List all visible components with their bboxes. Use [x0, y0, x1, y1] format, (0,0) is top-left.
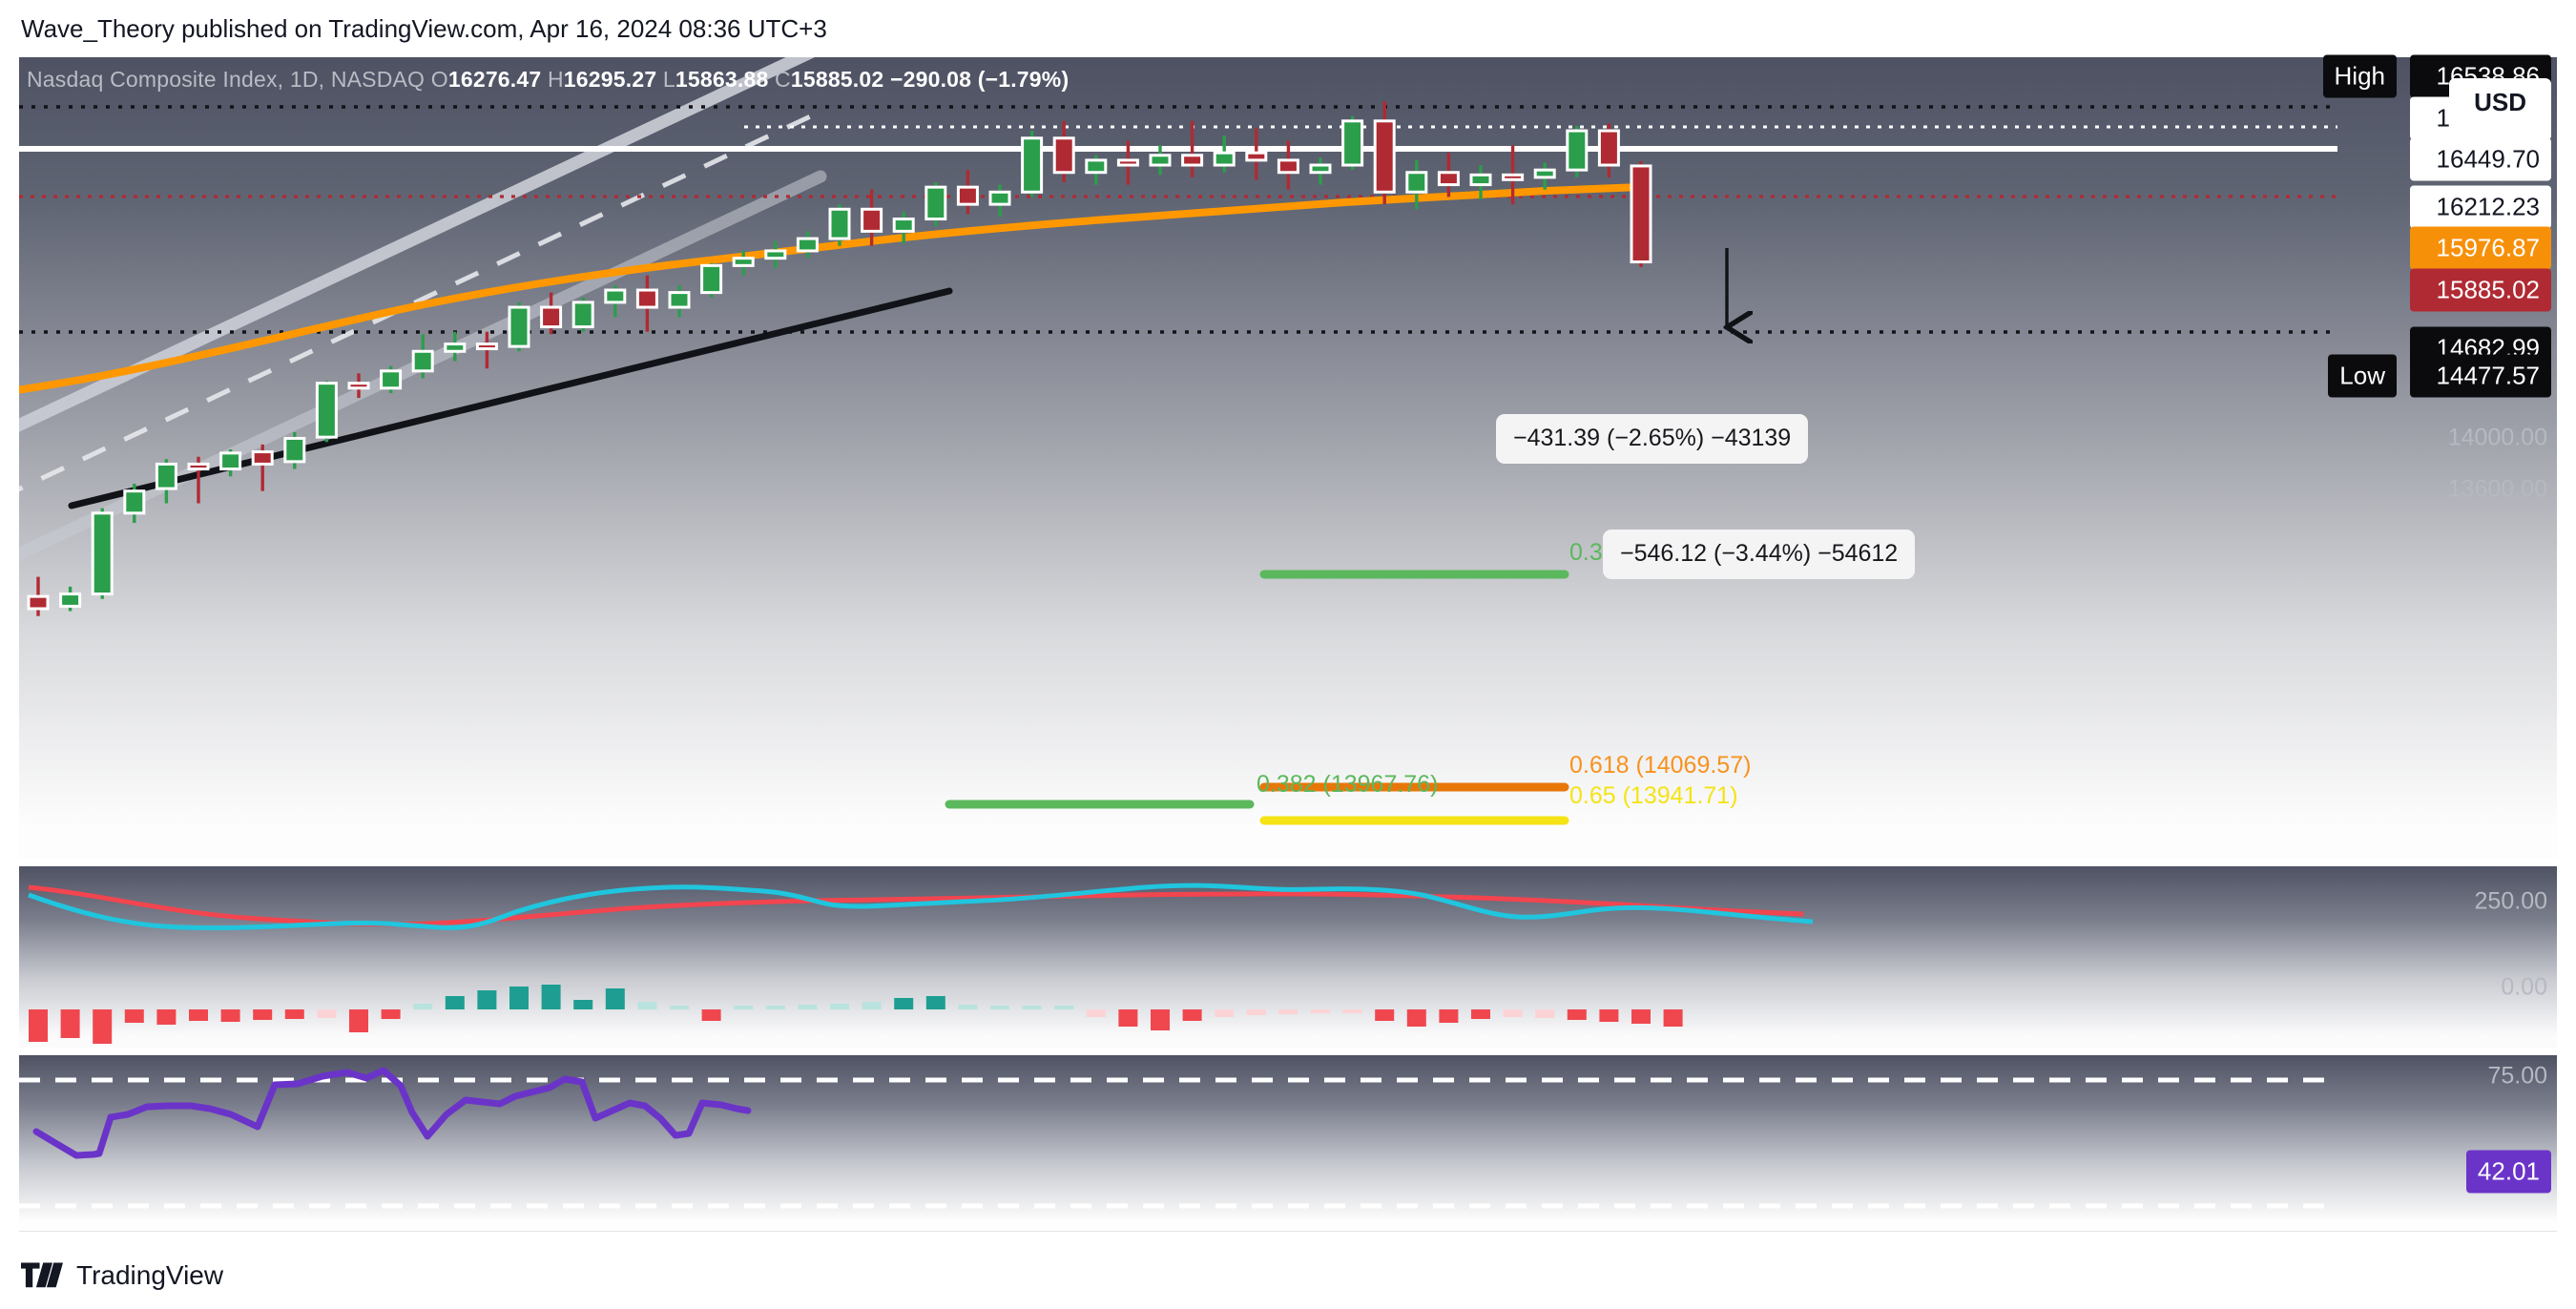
low-tag: 14477.57	[2410, 354, 2551, 398]
price-plot	[19, 57, 2337, 825]
price-pane[interactable]: Nasdaq Composite Index, 1D, NASDAQ O1627…	[19, 57, 2557, 859]
ma-tag: 15976.87	[2410, 226, 2551, 270]
footer: TradingView	[0, 1242, 2576, 1309]
resistance-tag-2: 16449.70	[2410, 137, 2551, 181]
projection-callout-2: −546.12 (−3.44%) −54612	[1603, 530, 1916, 579]
fib-382-lower-label: 0.382 (13967.76)	[1257, 771, 1439, 798]
price-tick-13600: 13600.00	[2447, 475, 2547, 503]
tradingview-logo-icon	[21, 1262, 63, 1288]
chart-frame: Nasdaq Composite Index, 1D, NASDAQ O1627…	[19, 54, 2557, 1240]
projection-callout-1: −431.39 (−2.65%) −43139	[1496, 414, 1809, 464]
candlestick-series	[27, 101, 1652, 616]
currency-badge[interactable]: USD	[2449, 78, 2551, 128]
tradingview-brand: TradingView	[76, 1260, 224, 1290]
macd-tick-0: 0.00	[2501, 973, 2547, 1001]
time-axis-separator	[19, 1231, 2557, 1232]
macd-tick-250: 250.00	[2474, 887, 2547, 915]
rsi-plot	[19, 1067, 2337, 1209]
macd-histogram	[29, 985, 1683, 1044]
high-badge: High	[2322, 54, 2397, 98]
macd-pane[interactable]	[19, 866, 2557, 1048]
low-badge: Low	[2328, 354, 2397, 398]
published-text: Wave_Theory published on TradingView.com…	[21, 13, 827, 43]
rsi-pane[interactable]	[19, 1055, 2557, 1236]
rsi-line	[32, 1067, 752, 1159]
rsi-tick-75: 75.00	[2487, 1062, 2547, 1090]
support-tag: 16212.23	[2410, 185, 2551, 229]
last-price-tag: 15885.02	[2410, 268, 2551, 312]
price-tick-14000: 14000.00	[2447, 424, 2547, 451]
macd-plot	[28, 883, 1814, 1044]
rsi-value-badge: 42.01	[2465, 1150, 2551, 1194]
fib-65-label: 0.65 (13941.71)	[1569, 782, 1738, 809]
fib-618-label: 0.618 (14069.57)	[1569, 752, 1752, 779]
published-header: Wave_Theory published on TradingView.com…	[0, 0, 2576, 57]
